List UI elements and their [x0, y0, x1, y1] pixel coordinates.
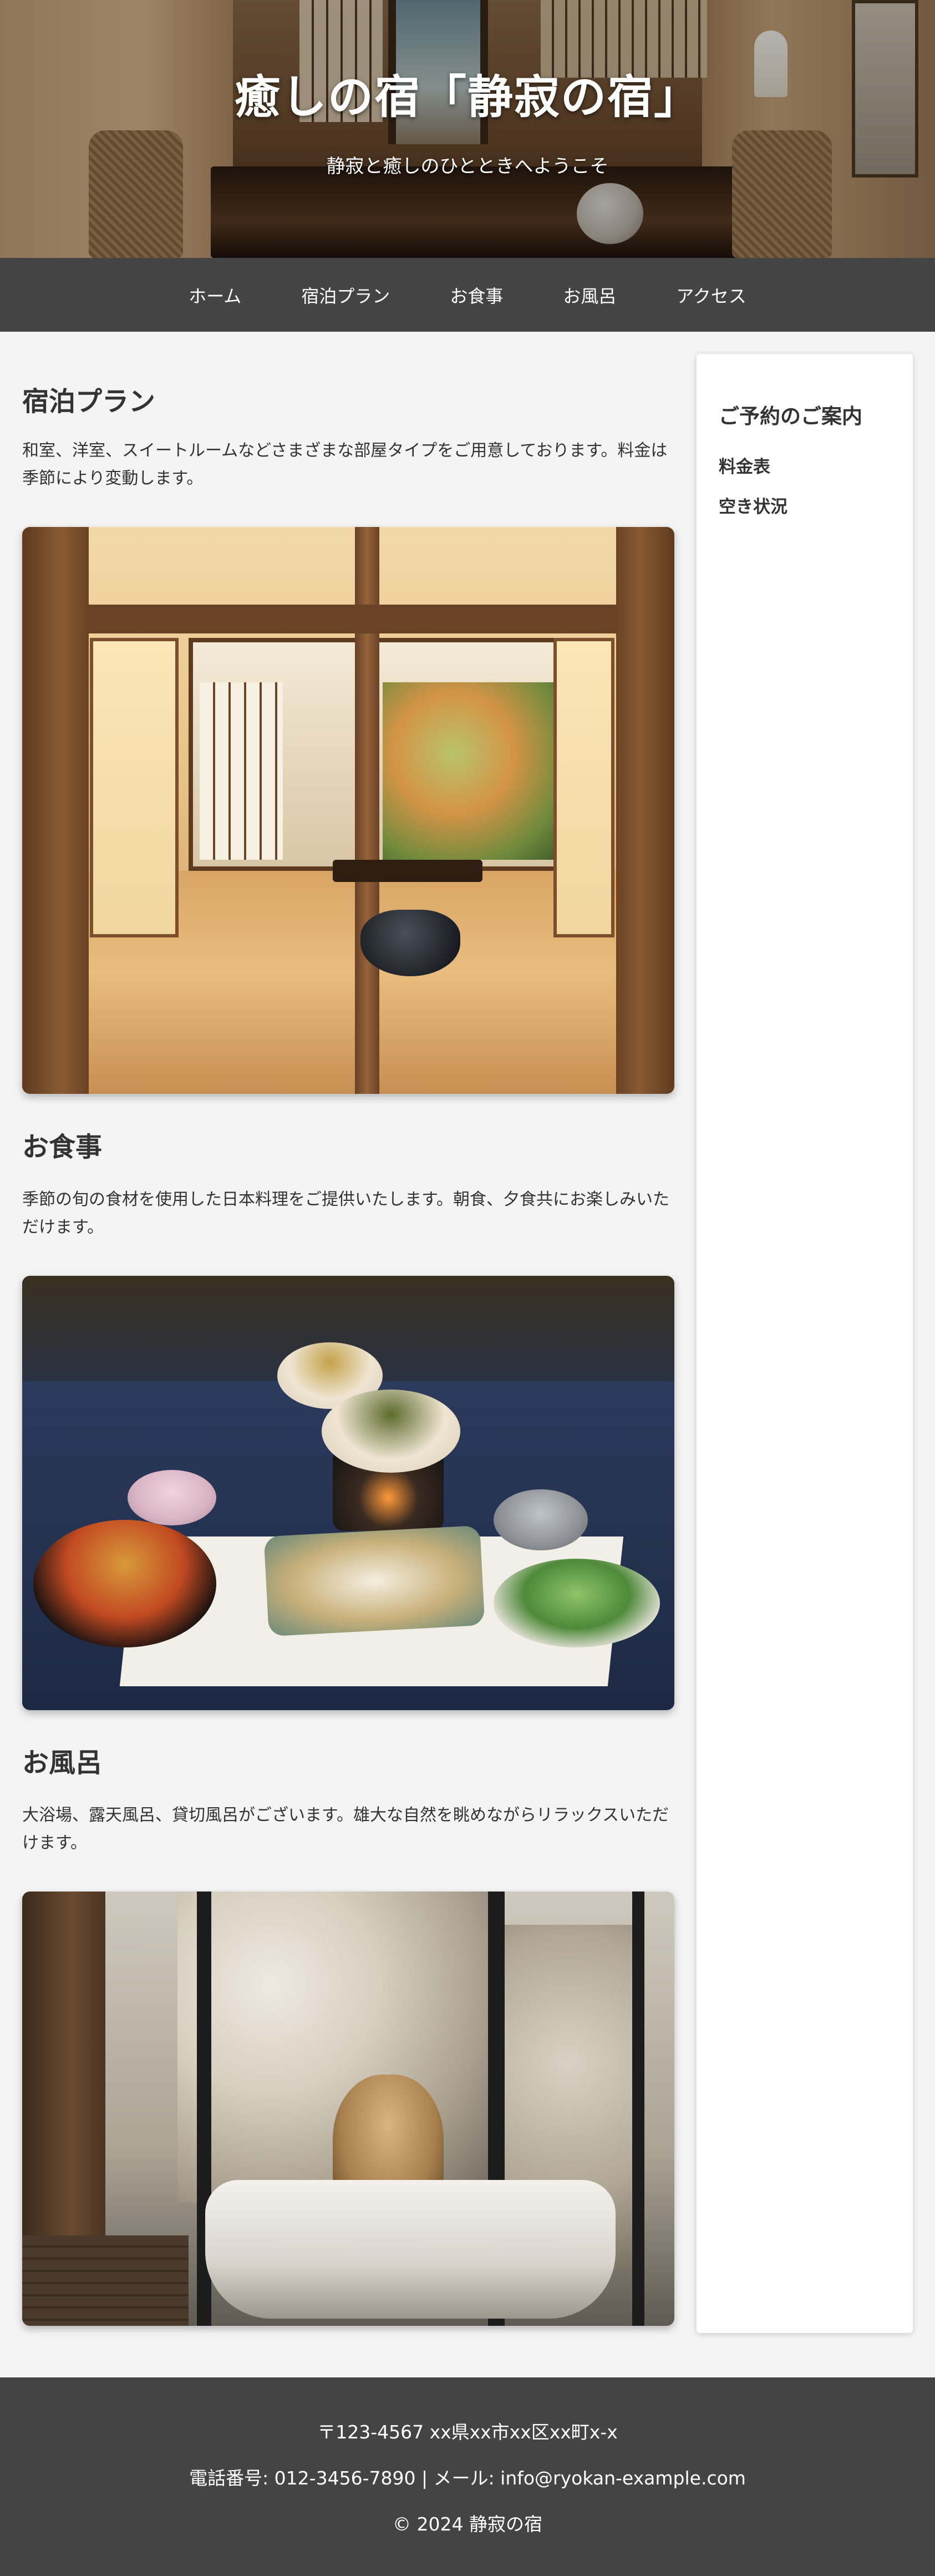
sidebar-reservation: ご予約のご案内 料金表 空き状況 [697, 354, 913, 2333]
section-title-meals: お食事 [22, 1132, 103, 1163]
section-title-plans: 宿泊プラン [22, 386, 156, 417]
photo-japanese-meal [22, 1276, 674, 1710]
hero-overlay [0, 0, 935, 258]
nav-access[interactable]: アクセス [676, 282, 746, 308]
photo-bath [22, 1892, 674, 2326]
hero-banner: 癒しの宿「静寂の宿」 静寂と癒しのひとときへようこそ [0, 0, 935, 258]
site-subtitle: 静寂と癒しのひとときへようこそ [326, 155, 609, 178]
nav-meals[interactable]: お食事 [450, 282, 503, 308]
main-nav: ホーム 宿泊プラン お食事 お風呂 アクセス [0, 258, 935, 332]
sidebar-link-rates[interactable]: 料金表 [719, 453, 770, 478]
nav-home[interactable]: ホーム [189, 282, 241, 308]
section-text-plans: 和室、洋室、スイートルームなどさまざまな部屋タイプをご用意しております。料金は季… [22, 441, 668, 488]
site-title: 癒しの宿「静寂の宿」 [234, 71, 700, 124]
sidebar-title: ご予約のご案内 [719, 404, 862, 428]
footer-address: 〒123-4567 xx県xx市xx区xx町x-x [317, 2421, 618, 2443]
nav-plans[interactable]: 宿泊プラン [301, 282, 390, 308]
footer-copyright: © 2024 静寂の宿 [393, 2513, 542, 2535]
section-title-bath: お風呂 [22, 1747, 103, 1778]
main-content: 宿泊プラン 和室、洋室、スイートルームなどさまざまな部屋タイプをご用意しておりま… [22, 332, 674, 2379]
section-text-bath: 大浴場、露天風呂、貸切風呂がございます。雄大な自然を眺めながらリラックスいただけ… [22, 1806, 669, 1853]
footer: 〒123-4567 xx県xx市xx区xx町x-x 電話番号: 012-3456… [0, 2377, 935, 2576]
section-text-meals: 季節の旬の食材を使用した日本料理をご提供いたします。朝食、夕食共にお楽しみいただ… [22, 1190, 669, 1237]
sidebar-link-availability[interactable]: 空き状況 [719, 493, 787, 518]
photo-japanese-room [22, 527, 674, 1094]
footer-contact: 電話番号: 012-3456-7890 | メール: info@ryokan-e… [189, 2467, 746, 2489]
nav-bath[interactable]: お風呂 [563, 282, 616, 308]
